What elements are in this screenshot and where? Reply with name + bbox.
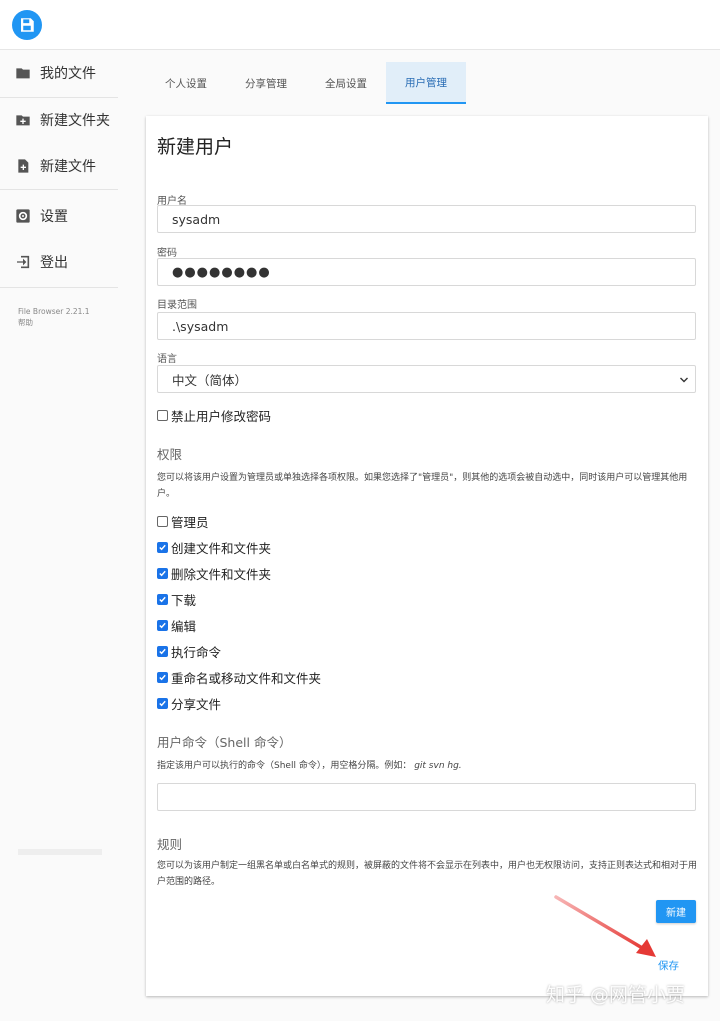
permission-label: 执行命令 (171, 645, 222, 660)
checkbox[interactable] (157, 410, 168, 421)
permission-label: 分享文件 (171, 697, 222, 712)
folder-icon (14, 64, 32, 82)
sidebar-item-new-folder[interactable]: 新建文件夹 (0, 98, 118, 142)
sidebar-item-label: 登出 (40, 255, 68, 271)
scope-label: 目录范围 (157, 300, 197, 311)
permission-label: 编辑 (171, 619, 197, 634)
new-button[interactable]: 新建 (656, 900, 696, 923)
permission-label: 管理员 (171, 515, 209, 530)
checkbox-checked[interactable] (157, 568, 168, 579)
sidebar-footer: File Browser 2.21.1 帮助 (18, 306, 90, 328)
permissions-title: 权限 (157, 447, 183, 462)
checkbox-checked[interactable] (157, 594, 168, 605)
commands-description: 指定该用户可以执行的命令（Shell 命令），用空格分隔。例如： git svn… (157, 758, 697, 774)
rules-title: 规则 (157, 837, 183, 852)
sidebar-divider (0, 287, 118, 288)
tab-user-management[interactable]: 用户管理 (386, 62, 466, 104)
sidebar-item-settings[interactable]: 设置 (0, 194, 118, 238)
permission-edit[interactable]: 编辑 (157, 616, 196, 635)
sidebar-item-my-files[interactable]: 我的文件 (0, 51, 118, 95)
tab-global-settings[interactable]: 全局设置 (306, 62, 386, 104)
checkbox-checked[interactable] (157, 542, 168, 553)
password-input[interactable]: ●●●●●●●● (157, 258, 696, 286)
permission-delete[interactable]: 删除文件和文件夹 (157, 564, 271, 583)
lock-password-label: 禁止用户修改密码 (171, 409, 272, 424)
checkbox[interactable] (157, 516, 168, 527)
commands-example: git svn hg. (414, 761, 462, 771)
add-file-icon (14, 157, 32, 175)
commands-title: 用户命令（Shell 命令） (157, 735, 292, 750)
lock-password-checkbox-row[interactable]: 禁止用户修改密码 (157, 406, 271, 425)
red-arrow-annotation (554, 895, 656, 957)
permission-label: 下载 (171, 593, 197, 608)
sidebar-item-new-file[interactable]: 新建文件 (0, 144, 118, 188)
language-selected-value: 中文（简体） (172, 372, 248, 388)
help-link[interactable]: 帮助 (18, 317, 90, 328)
chevron-down-icon (680, 377, 688, 383)
commands-description-text: 指定该用户可以执行的命令（Shell 命令），用空格分隔。例如： (157, 761, 412, 771)
password-label: 密码 (157, 248, 177, 259)
permission-admin[interactable]: 管理员 (157, 512, 209, 531)
permission-label: 创建文件和文件夹 (171, 541, 272, 556)
tab-share-management[interactable]: 分享管理 (226, 62, 306, 104)
permission-rename[interactable]: 重命名或移动文件和文件夹 (157, 668, 321, 687)
sidebar-item-label: 设置 (40, 209, 68, 225)
tab-profile-settings[interactable]: 个人设置 (146, 62, 226, 104)
checkbox-checked[interactable] (157, 672, 168, 683)
sidebar-scrollbar[interactable] (18, 849, 102, 855)
permission-label: 重命名或移动文件和文件夹 (171, 671, 322, 686)
permission-label: 删除文件和文件夹 (171, 567, 272, 582)
gear-icon (14, 207, 32, 225)
permissions-description: 您可以将该用户设置为管理员或单独选择各项权限。如果您选择了"管理员"，则其他的选… (157, 473, 688, 499)
add-folder-icon (14, 111, 32, 129)
new-user-card: 新建用户 用户名 sysadm 密码 ●●●●●●●● 目录范围 .\sysad… (146, 116, 708, 996)
top-bar (0, 0, 720, 50)
permission-download[interactable]: 下载 (157, 590, 196, 609)
checkbox-checked[interactable] (157, 646, 168, 657)
version-link[interactable]: File Browser 2.21.1 (18, 306, 90, 317)
permission-share[interactable]: 分享文件 (157, 694, 221, 713)
sidebar-item-label: 新建文件 (40, 159, 96, 175)
checkbox-checked[interactable] (157, 698, 168, 709)
rules-description: 您可以为该用户制定一组黑名单或白名单式的规则，被屏蔽的文件将不会显示在列表中，用… (157, 861, 698, 887)
sidebar-item-logout[interactable]: 登出 (0, 240, 118, 284)
permission-execute[interactable]: 执行命令 (157, 642, 221, 661)
sidebar-item-label: 新建文件夹 (40, 113, 110, 129)
sidebar: 我的文件 新建文件夹 新建文件 设置 登出 File Browser 2.21.… (0, 50, 130, 1021)
language-label: 语言 (157, 354, 177, 365)
permission-create[interactable]: 创建文件和文件夹 (157, 538, 271, 557)
page-title: 新建用户 (157, 136, 234, 158)
sidebar-divider (0, 189, 118, 190)
scope-input[interactable]: .\sysadm (157, 312, 696, 340)
username-input[interactable]: sysadm (157, 205, 696, 233)
watermark: 知乎 @网管小贾 (546, 984, 686, 1006)
sidebar-item-label: 我的文件 (40, 66, 96, 82)
settings-tabs: 个人设置 分享管理 全局设置 用户管理 (146, 62, 466, 104)
checkbox-checked[interactable] (157, 620, 168, 631)
language-select[interactable]: 中文（简体） (157, 365, 696, 393)
file-browser-logo-icon[interactable] (12, 10, 42, 40)
commands-input[interactable] (157, 783, 696, 811)
logout-icon (14, 253, 32, 271)
